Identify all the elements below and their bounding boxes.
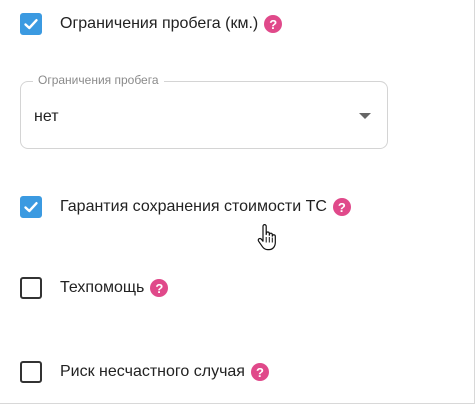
question-icon[interactable]: ? xyxy=(264,15,283,33)
accident-risk-label: Риск несчастного случая xyxy=(60,363,245,380)
question-icon[interactable]: ? xyxy=(250,363,269,381)
roadside-assistance-checkbox[interactable] xyxy=(20,277,42,299)
mileage-limit-select[interactable]: Ограничения пробега нет xyxy=(20,73,388,149)
mileage-limit-select-legend: Ограничения пробега xyxy=(33,73,164,87)
option-mileage-limit[interactable]: Ограничения пробега (км.) ? xyxy=(20,10,283,38)
caret-down-icon[interactable] xyxy=(359,113,371,119)
question-icon[interactable]: ? xyxy=(332,198,351,216)
option-value-guarantee[interactable]: Гарантия сохранения стоимости ТС ? xyxy=(20,193,351,221)
hand-pointer-icon xyxy=(257,224,276,251)
question-icon[interactable]: ? xyxy=(150,279,169,297)
roadside-assistance-label: Техпомощь xyxy=(60,279,145,296)
mileage-limit-checkbox[interactable] xyxy=(20,13,42,35)
mileage-limit-select-value: нет xyxy=(34,108,59,125)
option-accident-risk[interactable]: Риск несчастного случая ? xyxy=(20,358,269,386)
check-icon xyxy=(24,202,38,213)
check-icon xyxy=(24,19,38,30)
option-roadside-assistance[interactable]: Техпомощь ? xyxy=(20,274,169,302)
mileage-limit-label: Ограничения пробега (км.) xyxy=(60,15,259,32)
value-guarantee-label: Гарантия сохранения стоимости ТС xyxy=(60,198,327,215)
accident-risk-checkbox[interactable] xyxy=(20,361,42,383)
value-guarantee-checkbox[interactable] xyxy=(20,196,42,218)
